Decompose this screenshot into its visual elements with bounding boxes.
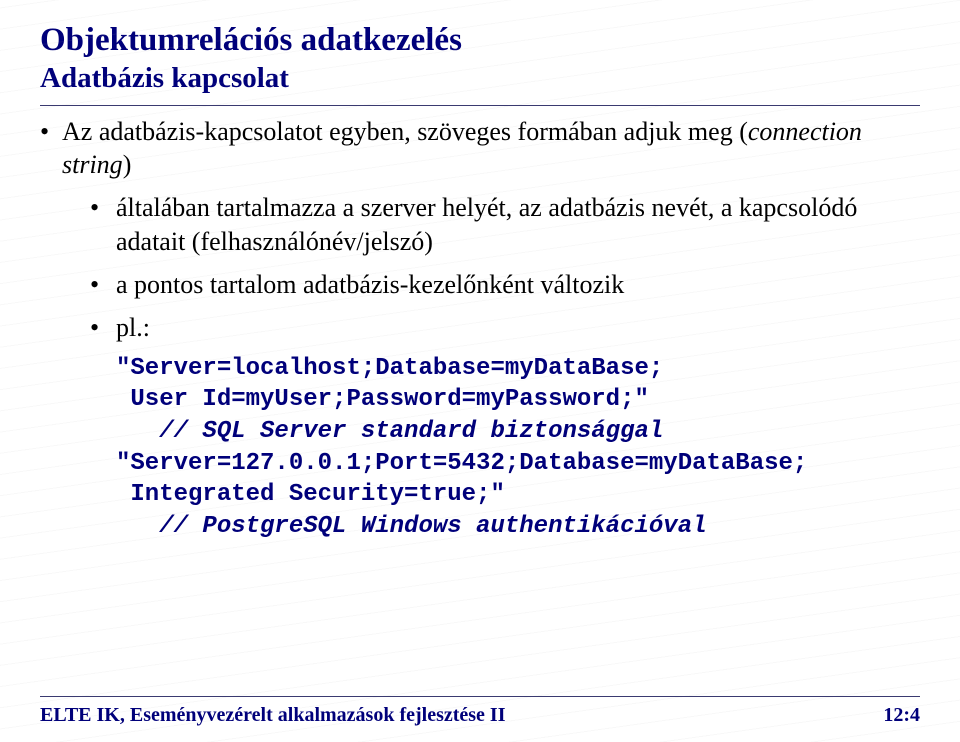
bullet-sub2: a pontos tartalom adatbázis-kezelőnként … (90, 268, 920, 301)
code-line5: Integrated Security=true;" (116, 481, 505, 508)
code-line4: "Server=127.0.0.1;Port=5432;Database=myD… (116, 450, 807, 477)
bullet-main: Az adatbázis-kapcsolatot egyben, szövege… (40, 115, 920, 543)
slide-title: Objektumrelációs adatkezelés (40, 22, 920, 60)
code-block: "Server=localhost;Database=myDataBase; U… (116, 353, 920, 543)
bullet-sub1: általában tartalmazza a szerver helyét, … (90, 191, 920, 258)
footer-divider (40, 696, 920, 697)
content-area: Az adatbázis-kapcsolatot egyben, szövege… (40, 115, 920, 742)
code-comment2: // PostgreSQL Windows authentikációval (116, 513, 707, 540)
code-line2: User Id=myUser;Password=myPassword;" (116, 386, 649, 413)
footer-right: 12:4 (883, 704, 920, 727)
footer-left: ELTE IK, Eseményvezérelt alkalmazások fe… (40, 704, 506, 727)
code-comment1: // SQL Server standard biztonsággal (116, 418, 663, 445)
footer: ELTE IK, Eseményvezérelt alkalmazások fe… (40, 704, 920, 727)
bullet-main-text: Az adatbázis-kapcsolatot egyben, szövege… (62, 117, 748, 146)
slide-subtitle: Adatbázis kapcsolat (40, 62, 920, 95)
bullet-sub3: pl.: (90, 311, 920, 344)
bullet-main-close: ) (123, 150, 132, 179)
code-line1: "Server=localhost;Database=myDataBase; (116, 355, 663, 382)
slide: Objektumrelációs adatkezelés Adatbázis k… (0, 0, 960, 742)
title-divider (40, 105, 920, 106)
